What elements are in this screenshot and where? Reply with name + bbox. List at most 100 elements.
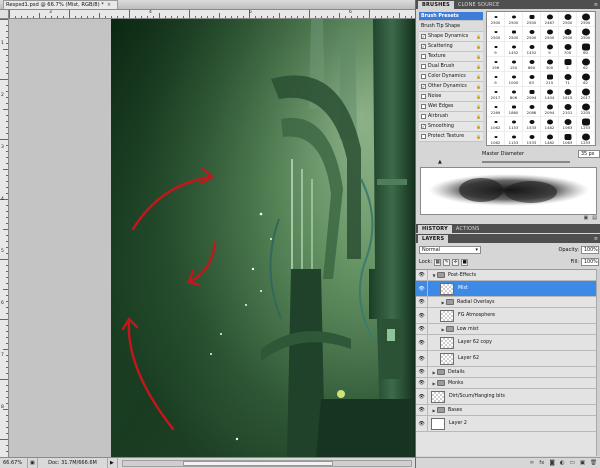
- layer-row[interactable]: 👁 Dirt/Scum/Hanging bits: [416, 389, 596, 405]
- brush-option-scattering[interactable]: ✓ Scattering 🔒: [419, 42, 483, 52]
- mask-icon[interactable]: ◙: [549, 460, 554, 466]
- tab-history[interactable]: HISTORY: [418, 225, 452, 233]
- brush-option-other-dynamics[interactable]: ✓ Other Dynamics 🔒: [419, 82, 483, 92]
- blend-mode-select[interactable]: Normal ▾: [419, 246, 481, 254]
- brush-preset-cell[interactable]: 1860: [505, 102, 523, 117]
- layer-group-row[interactable]: 👁 ▶ Low mist: [416, 324, 596, 335]
- brush-preset-cell[interactable]: 2500: [487, 12, 505, 27]
- brush-preset-cell[interactable]: 2269: [487, 102, 505, 117]
- brush-preset-cell[interactable]: 2500: [577, 27, 595, 42]
- close-icon[interactable]: ×: [107, 2, 111, 8]
- visibility-eye-icon[interactable]: 👁: [416, 405, 428, 415]
- layer-group-row[interactable]: 👁 ▶ Bases: [416, 405, 596, 416]
- zoom-level-field[interactable]: 66.67%: [0, 457, 28, 468]
- checkbox[interactable]: [421, 94, 426, 99]
- layer-row[interactable]: 👁 Layer 62: [416, 351, 596, 367]
- brush-preset-cell[interactable]: 1404: [541, 87, 559, 102]
- brush-preset-cell[interactable]: 2500: [577, 12, 595, 27]
- layer-thumbnail[interactable]: [440, 309, 454, 322]
- brush-option-texture[interactable]: Texture 🔒: [419, 52, 483, 62]
- checkbox[interactable]: [421, 54, 426, 59]
- layer-group-row[interactable]: 👁 ▶ Radial Overlays: [416, 297, 596, 308]
- slider-thumb-icon[interactable]: ▲: [438, 159, 442, 165]
- brush-preset-cell[interactable]: 2500: [505, 27, 523, 42]
- visibility-eye-icon[interactable]: 👁: [416, 335, 428, 350]
- brush-preset-cell[interactable]: 2500: [523, 12, 541, 27]
- brush-preset-cell[interactable]: 2094: [541, 102, 559, 117]
- ruler-corner[interactable]: [0, 10, 9, 19]
- vertical-ruler[interactable]: 1 2 3 4 5 6 7 8: [0, 19, 9, 457]
- layer-thumbnail[interactable]: [431, 417, 445, 430]
- layer-group-row[interactable]: 👁 ▼ Post-Effects: [416, 270, 596, 281]
- brush-preset-cell[interactable]: 1452: [505, 42, 523, 57]
- layers-scrollbar[interactable]: [596, 269, 600, 456]
- brush-preset-cell[interactable]: 150: [505, 57, 523, 72]
- brush-preset-cell[interactable]: 2500: [523, 27, 541, 42]
- brush-preset-cell[interactable]: 2017: [487, 87, 505, 102]
- brush-option-smoothing[interactable]: ✓ Smoothing 🔒: [419, 122, 483, 132]
- brush-preset-cell[interactable]: 1062: [487, 117, 505, 132]
- brush-preset-cell[interactable]: 1063: [559, 117, 577, 132]
- checkbox[interactable]: [421, 104, 426, 109]
- panel-menu-icon[interactable]: ≡: [594, 1, 598, 9]
- master-diameter-input[interactable]: 35 px: [578, 150, 600, 158]
- lock-transparency-icon[interactable]: ▦: [434, 258, 442, 266]
- canvas-pasteboard[interactable]: [9, 19, 415, 457]
- layer-thumbnail[interactable]: [440, 282, 454, 295]
- brush-preset-cell[interactable]: 1482: [541, 132, 559, 145]
- brush-preset-cell[interactable]: 860: [523, 57, 541, 72]
- master-diameter-slider[interactable]: [482, 161, 570, 163]
- brush-preset-cell[interactable]: 62: [577, 57, 595, 72]
- status-icon[interactable]: ▣: [28, 457, 38, 468]
- brush-option-wet-edges[interactable]: Wet Edges 🔒: [419, 102, 483, 112]
- adjustment-icon[interactable]: ◐: [560, 460, 565, 466]
- horizontal-scrollbar[interactable]: [122, 460, 412, 467]
- visibility-eye-icon[interactable]: 👁: [416, 324, 428, 334]
- link-icon[interactable]: ∞: [530, 460, 535, 466]
- checkbox[interactable]: [421, 74, 426, 79]
- brush-preset-cell[interactable]: 1253: [577, 117, 595, 132]
- visibility-eye-icon[interactable]: 👁: [416, 378, 428, 388]
- lock-icon[interactable]: 🔒: [476, 104, 481, 109]
- status-menu-arrow-icon[interactable]: ▶: [108, 457, 118, 468]
- layer-thumbnail[interactable]: [440, 336, 454, 349]
- brush-preset-cell[interactable]: 215: [541, 72, 559, 87]
- layer-row[interactable]: 👁 Layer 62 copy: [416, 335, 596, 351]
- lock-icon[interactable]: 🔒: [476, 74, 481, 79]
- tab-brushes[interactable]: BRUSHES: [418, 1, 454, 9]
- layer-row[interactable]: 👁 Mist: [416, 281, 596, 297]
- document-tab[interactable]: Respsd1.psd @ 66.7% (Mist, RGB/8) * ×: [3, 0, 119, 9]
- brush-preset-cell[interactable]: 1253: [577, 132, 595, 145]
- trash-icon[interactable]: 🗑: [590, 460, 597, 466]
- visibility-eye-icon[interactable]: 👁: [416, 270, 428, 280]
- brush-preset-cell[interactable]: 2500: [559, 12, 577, 27]
- visibility-eye-icon[interactable]: 👁: [416, 281, 428, 296]
- brush-preset-cell[interactable]: 1815: [559, 87, 577, 102]
- lock-icon[interactable]: 🔒: [476, 44, 481, 49]
- brush-preset-cell[interactable]: 1063: [559, 132, 577, 145]
- checkbox[interactable]: [421, 114, 426, 119]
- brush-option-color-dynamics[interactable]: Color Dynamics 🔒: [419, 72, 483, 82]
- brush-grid-scrollbar[interactable]: [596, 11, 600, 146]
- brush-option-protect-texture[interactable]: Protect Texture 🔒: [419, 132, 483, 142]
- brush-preset-cell[interactable]: 2205: [577, 102, 595, 117]
- lock-pixels-icon[interactable]: ✎: [443, 258, 451, 266]
- brush-option-noise[interactable]: Noise 🔒: [419, 92, 483, 102]
- brush-option-brush-presets[interactable]: Brush Presets: [419, 12, 483, 21]
- tab-layers[interactable]: LAYERS: [418, 235, 449, 243]
- brush-preset-cell[interactable]: 2500: [541, 27, 559, 42]
- horizontal-ruler[interactable]: 3 4 5 6: [9, 10, 415, 19]
- layer-thumbnail[interactable]: [440, 352, 454, 365]
- doc-size-readout[interactable]: Doc: 31.7M/666.6M: [38, 457, 108, 468]
- checkbox[interactable]: [421, 64, 426, 69]
- brush-preset-cell[interactable]: 2086: [523, 102, 541, 117]
- brush-preset-cell[interactable]: 2467: [541, 12, 559, 27]
- brush-preset-cell[interactable]: 62: [577, 72, 595, 87]
- lock-icon[interactable]: 🔒: [476, 114, 481, 119]
- visibility-eye-icon[interactable]: 👁: [416, 351, 428, 366]
- canvas-artwork[interactable]: [111, 19, 415, 457]
- checkbox[interactable]: ✓: [421, 124, 426, 129]
- visibility-eye-icon[interactable]: 👁: [416, 308, 428, 323]
- visibility-eye-icon[interactable]: 👁: [416, 416, 428, 431]
- checkbox[interactable]: [421, 134, 426, 139]
